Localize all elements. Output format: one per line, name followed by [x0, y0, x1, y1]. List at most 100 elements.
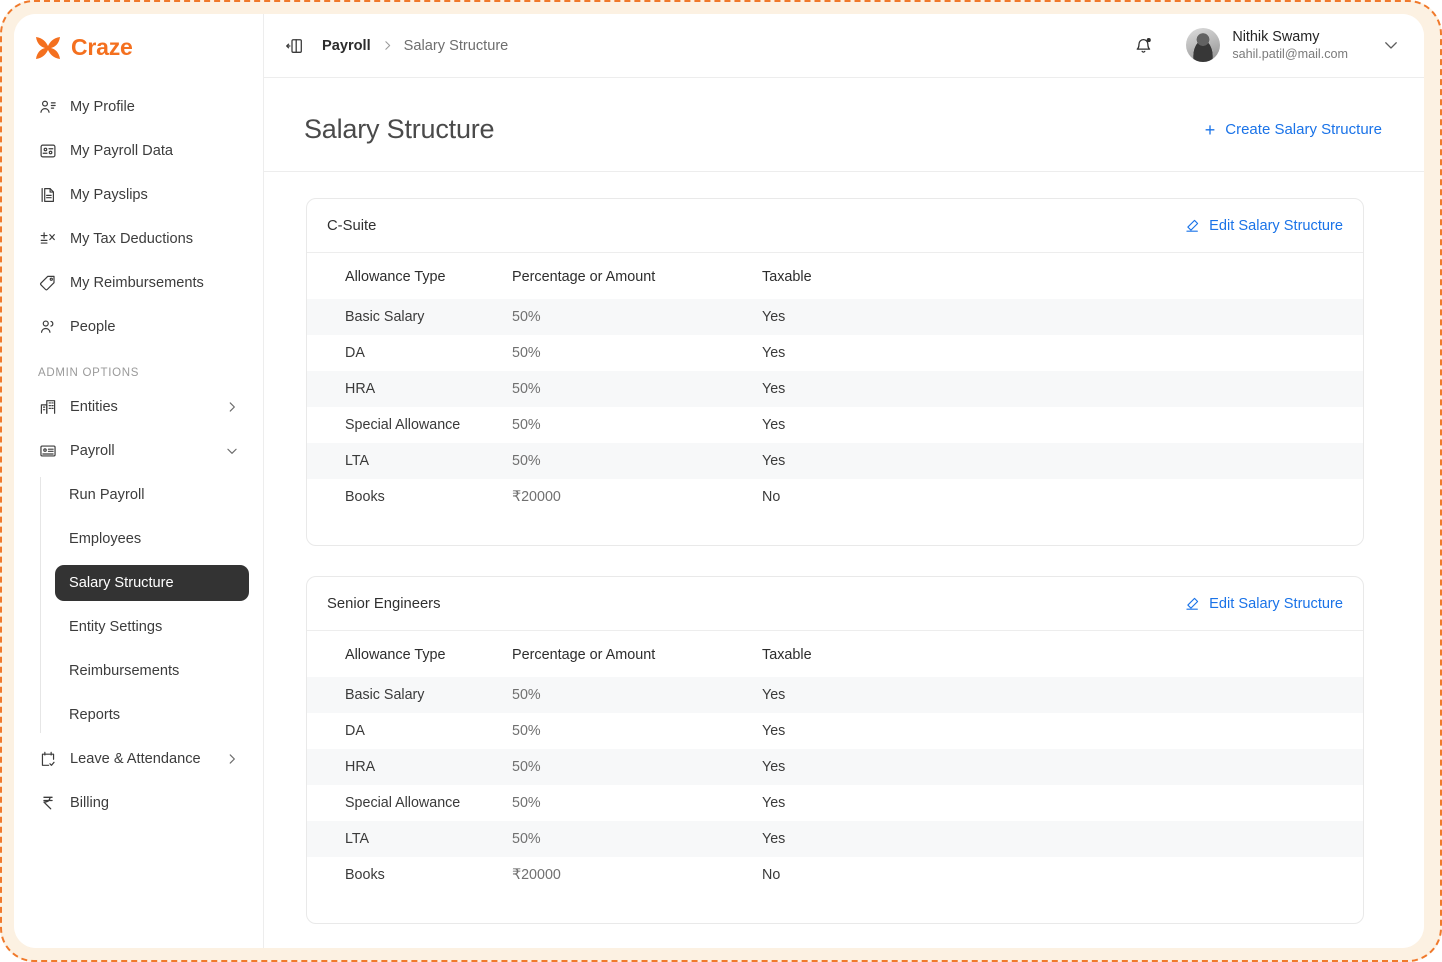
- app-window: Craze My Profile My Payroll Data My Pays…: [14, 14, 1424, 948]
- cell-allowance-type: Books: [345, 489, 385, 505]
- sidebar-item-label: My Reimbursements: [70, 275, 204, 291]
- create-salary-structure-button[interactable]: + Create Salary Structure: [1203, 117, 1384, 143]
- table-row: Books ₹20000 No: [307, 857, 1363, 893]
- bell-icon[interactable]: [1128, 31, 1158, 61]
- cell-taxable: Yes: [762, 759, 786, 775]
- sidebar-item-my-payslips[interactable]: My Payslips: [28, 177, 249, 213]
- cell-taxable: Yes: [762, 453, 786, 469]
- cell-allowance-type: Basic Salary: [345, 309, 425, 325]
- table-body: Basic Salary 50% Yes DA 50% Yes HRA 50% …: [307, 677, 1363, 893]
- documents-icon: [38, 186, 57, 205]
- table-row: Basic Salary 50% Yes: [307, 299, 1363, 335]
- sidebar-subitem-label: Employees: [69, 531, 142, 547]
- table-row: Special Allowance 50% Yes: [307, 785, 1363, 821]
- sidebar-item-entities[interactable]: Entities: [28, 389, 249, 425]
- main-area: Payroll Salary Structure Nithik Swamy sa…: [264, 14, 1424, 948]
- table-body: Basic Salary 50% Yes DA 50% Yes HRA 50% …: [307, 299, 1363, 515]
- avatar: [1186, 28, 1221, 63]
- cell-percentage-amount: 50%: [512, 687, 541, 703]
- cell-taxable: No: [762, 489, 781, 505]
- cell-allowance-type: Special Allowance: [345, 417, 461, 433]
- table-header-row: Allowance Type Percentage or Amount Taxa…: [307, 253, 1363, 299]
- table-row: Special Allowance 50% Yes: [307, 407, 1363, 443]
- sidebar-item-my-profile[interactable]: My Profile: [28, 89, 249, 125]
- sidebar-item-label: Payroll: [70, 443, 115, 459]
- sidebar-subitem-label: Entity Settings: [69, 619, 163, 635]
- cell-taxable: Yes: [762, 831, 786, 847]
- cell-percentage-amount: 50%: [512, 723, 541, 739]
- cell-percentage-amount: 50%: [512, 795, 541, 811]
- table-row: HRA 50% Yes: [307, 371, 1363, 407]
- sidebar-item-label: My Profile: [70, 99, 135, 115]
- sidebar-item-people[interactable]: People: [28, 309, 249, 345]
- card-header: Senior Engineers Edit Salary Structure: [307, 577, 1363, 631]
- sidebar-item-my-reimbursements[interactable]: My Reimbursements: [28, 265, 249, 301]
- cell-allowance-type: DA: [345, 345, 365, 361]
- chevron-down-icon[interactable]: [1382, 36, 1400, 54]
- id-card-icon: [38, 142, 57, 161]
- cell-taxable: Yes: [762, 795, 786, 811]
- table-row: HRA 50% Yes: [307, 749, 1363, 785]
- tax-calculator-icon: [38, 230, 57, 249]
- cell-percentage-amount: 50%: [512, 831, 541, 847]
- brand-name: Craze: [71, 34, 133, 60]
- chevron-right-icon: [225, 400, 239, 414]
- sidebar-item-billing[interactable]: Billing: [28, 785, 249, 821]
- cell-taxable: No: [762, 867, 781, 883]
- column-header-taxable: Taxable: [762, 269, 812, 285]
- cell-allowance-type: LTA: [345, 831, 370, 847]
- card-footer-space: [307, 893, 1363, 923]
- sidebar: Craze My Profile My Payroll Data My Pays…: [14, 14, 264, 948]
- sidebar-item-label: Billing: [70, 795, 109, 811]
- sidebar-item-payroll[interactable]: Payroll: [28, 433, 249, 469]
- plus-icon: +: [1204, 119, 1216, 140]
- rupee-icon: [38, 794, 57, 813]
- table-header: Allowance Type Percentage or Amount Taxa…: [307, 253, 1363, 299]
- sidebar-item-label: My Payslips: [70, 187, 148, 203]
- pencil-icon: [1186, 219, 1199, 232]
- cell-allowance-type: Special Allowance: [345, 795, 461, 811]
- create-salary-structure-label: Create Salary Structure: [1225, 121, 1382, 138]
- cell-percentage-amount: ₹20000: [512, 489, 561, 505]
- sidebar-item-label: Leave & Attendance: [70, 751, 201, 767]
- edit-salary-structure-button[interactable]: Edit Salary Structure: [1184, 218, 1343, 234]
- sidebar-subitem-label: Reports: [69, 707, 121, 723]
- sidebar-item-my-payroll-data[interactable]: My Payroll Data: [28, 133, 249, 169]
- card-footer-space: [307, 515, 1363, 545]
- sidebar-item-run-payroll[interactable]: Run Payroll: [55, 477, 249, 513]
- people-icon: [38, 318, 57, 337]
- sidebar-item-my-tax-deductions[interactable]: My Tax Deductions: [28, 221, 249, 257]
- sidebar-item-employees[interactable]: Employees: [55, 521, 249, 557]
- cell-percentage-amount: 50%: [512, 453, 541, 469]
- panel-collapse-icon[interactable]: [282, 33, 308, 59]
- page-content: C-Suite Edit Salary Structure Allowance …: [264, 172, 1424, 948]
- breadcrumb-current: Salary Structure: [403, 37, 509, 54]
- structure-name: Senior Engineers: [327, 595, 441, 612]
- cell-percentage-amount: 50%: [512, 759, 541, 775]
- payroll-card-icon: [38, 442, 57, 461]
- sidebar-item-leave-attendance[interactable]: Leave & Attendance: [28, 741, 249, 777]
- breadcrumb-parent[interactable]: Payroll: [322, 38, 371, 54]
- sidebar-item-reimbursements[interactable]: Reimbursements: [55, 653, 249, 689]
- sidebar-nav: My Profile My Payroll Data My Payslips M…: [14, 89, 263, 829]
- sidebar-item-label: People: [70, 319, 116, 335]
- edit-salary-structure-button[interactable]: Edit Salary Structure: [1184, 596, 1343, 612]
- user-profile-icon: [38, 98, 57, 117]
- cell-allowance-type: LTA: [345, 453, 370, 469]
- cell-taxable: Yes: [762, 687, 786, 703]
- payroll-subnav: Run Payroll Employees Salary Structure E…: [40, 477, 249, 733]
- edit-salary-structure-label: Edit Salary Structure: [1209, 217, 1343, 234]
- table-row: LTA 50% Yes: [307, 443, 1363, 479]
- allowance-table: Allowance Type Percentage or Amount Taxa…: [307, 631, 1363, 893]
- sidebar-item-salary-structure[interactable]: Salary Structure: [55, 565, 249, 601]
- brand-logo[interactable]: Craze: [14, 14, 263, 89]
- cell-allowance-type: Books: [345, 867, 385, 883]
- cell-allowance-type: Basic Salary: [345, 687, 425, 703]
- table-header-row: Allowance Type Percentage or Amount Taxa…: [307, 631, 1363, 677]
- sidebar-item-reports[interactable]: Reports: [55, 697, 249, 733]
- sidebar-subitem-label: Run Payroll: [69, 487, 145, 503]
- sidebar-item-entity-settings[interactable]: Entity Settings: [55, 609, 249, 645]
- column-header-taxable: Taxable: [762, 647, 812, 663]
- table-header: Allowance Type Percentage or Amount Taxa…: [307, 631, 1363, 677]
- user-menu[interactable]: Nithik Swamy sahil.patil@mail.com: [1186, 28, 1402, 63]
